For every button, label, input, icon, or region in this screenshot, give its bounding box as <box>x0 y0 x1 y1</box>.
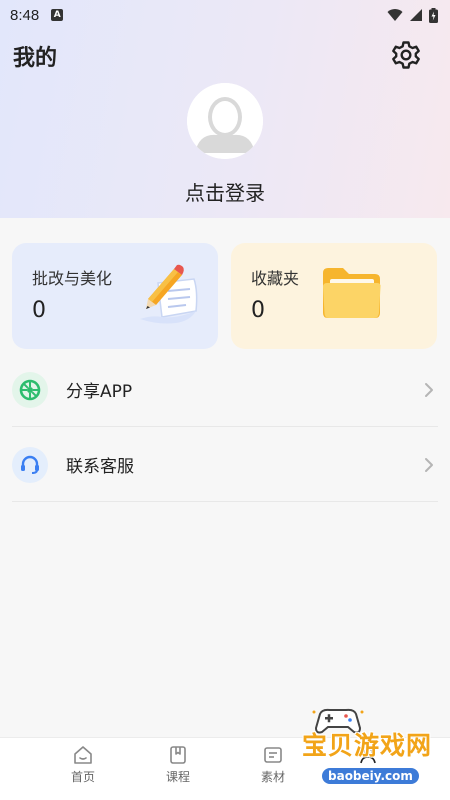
share-icon-wrapper <box>12 371 48 408</box>
course-icon <box>170 746 186 764</box>
menu-item-share[interactable]: 分享APP <box>12 353 438 427</box>
signal-icon <box>410 9 422 21</box>
status-time: 8:48 <box>10 6 40 24</box>
site-watermark: 宝贝游戏网 baobeiy.com <box>288 706 450 800</box>
page-title: 我的 <box>13 46 58 71</box>
review-card[interactable]: 批改与美化 0 <box>12 243 218 349</box>
pencil-paper-icon <box>140 264 198 324</box>
status-bar: 8:48 A <box>0 0 450 30</box>
card-label: 收藏夹 <box>251 269 300 288</box>
wifi-icon <box>387 9 403 21</box>
home-icon <box>74 746 92 764</box>
watermark-title: 宝贝游戏网 <box>302 731 433 760</box>
tab-label: 首页 <box>70 770 95 784</box>
gear-icon <box>392 41 420 69</box>
avatar[interactable] <box>187 83 263 159</box>
favorites-card[interactable]: 收藏夹 0 <box>231 243 437 349</box>
chevron-right-icon <box>425 382 433 397</box>
menu-item-label: 联系客服 <box>66 457 134 477</box>
card-count: 0 <box>251 298 265 323</box>
battery-icon <box>429 7 438 23</box>
share-icon <box>19 379 41 400</box>
menu-item-label: 分享APP <box>66 382 133 402</box>
tab-label: 素材 <box>260 770 285 784</box>
tab-home[interactable]: 首页 <box>43 738 123 800</box>
card-label: 批改与美化 <box>32 269 113 288</box>
material-icon <box>264 747 282 763</box>
folder-icon <box>323 268 381 318</box>
tab-course[interactable]: 课程 <box>138 738 218 800</box>
menu-item-customer-service[interactable]: 联系客服 <box>12 428 438 502</box>
chevron-right-icon <box>425 457 433 472</box>
headset-icon <box>21 455 39 474</box>
headset-icon-wrapper <box>12 446 48 483</box>
default-avatar-icon <box>187 83 263 159</box>
settings-button[interactable] <box>390 39 422 71</box>
watermark-url: baobeiy.com <box>322 768 419 784</box>
card-count: 0 <box>32 298 46 323</box>
tab-label: 课程 <box>165 770 190 784</box>
a-icon: A <box>51 9 64 21</box>
login-button[interactable]: 点击登录 <box>0 177 450 206</box>
